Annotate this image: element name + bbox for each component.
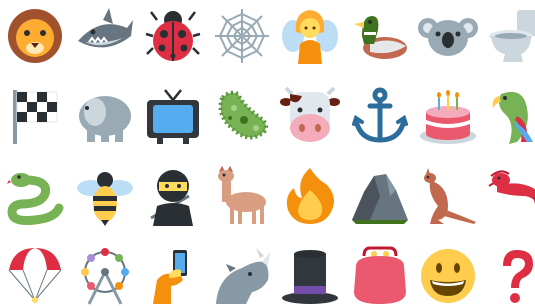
elephant-icon	[75, 86, 135, 146]
toilet-icon	[487, 6, 535, 66]
parachute-icon	[5, 246, 65, 306]
spider-web-icon	[212, 6, 272, 66]
parrot-icon	[487, 86, 535, 146]
duck-icon	[350, 6, 410, 66]
fairy-icon	[280, 6, 340, 66]
selfie-icon	[143, 246, 203, 306]
kangaroo-icon	[418, 166, 478, 226]
lion-face-icon	[5, 6, 65, 66]
rhinoceros-icon	[212, 246, 272, 306]
shark-icon	[75, 6, 135, 66]
koala-icon	[418, 6, 478, 66]
lady-beetle-icon	[143, 6, 203, 66]
cow-face-icon	[280, 86, 340, 146]
microbe-icon	[212, 86, 272, 146]
birthday-cake-icon	[418, 86, 478, 146]
anchor-icon	[350, 86, 410, 146]
purse-icon	[350, 246, 410, 306]
lobster-icon	[487, 166, 535, 226]
ninja-icon	[143, 166, 203, 226]
rock-icon	[350, 166, 410, 226]
television-icon	[143, 86, 203, 146]
emoji-grid	[0, 0, 535, 305]
ferris-wheel-icon	[75, 246, 135, 306]
grinning-face-icon	[418, 246, 478, 306]
red-question-mark-icon	[487, 246, 535, 306]
fire-icon	[280, 166, 340, 226]
top-hat-icon	[280, 246, 340, 306]
honeybee-icon	[75, 166, 135, 226]
snake-icon	[5, 166, 65, 226]
llama-icon	[212, 165, 272, 226]
chequered-flag-icon	[5, 86, 65, 146]
